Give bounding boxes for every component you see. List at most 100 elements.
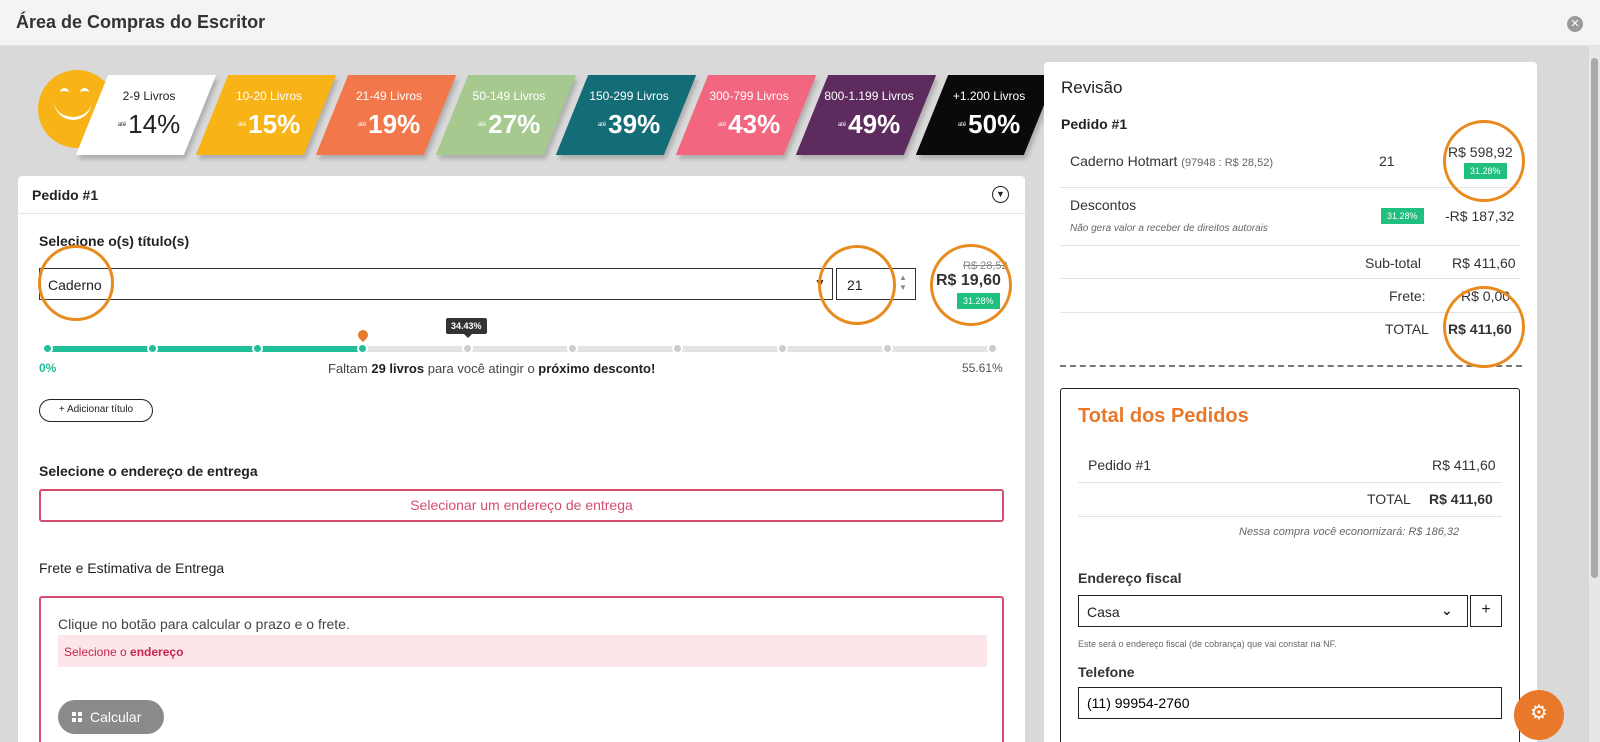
grid-icon [72,712,82,722]
tier-pct-row: até43% [695,109,803,140]
discount-tier[interactable]: 800-1.199 Livros até49% [795,75,937,155]
review-item-price: R$ 598,92 [1448,144,1513,160]
stepper-arrows-icon[interactable]: ▲ ▼ [899,273,907,293]
tier-percent: 14% [128,109,181,139]
review-item-name: Caderno Hotmart [1070,153,1178,169]
tier-pct-row: até15% [215,109,323,140]
progress-message: Faltam 29 livros para você atingir o pró… [328,361,655,376]
tier-pct-row: até19% [335,109,443,140]
freight-warn-pre: Selecione o [64,645,131,659]
review-freight-label: Frete: [1389,288,1426,304]
discount-tier[interactable]: 300-799 Livros até43% [675,75,817,155]
progress-msg-count: 29 livros [371,361,425,376]
order-card: Pedido #1 ▼ Selecione o(s) título(s) Cad… [18,176,1025,742]
discount-progress-fill [44,346,365,352]
progress-step [462,343,473,354]
quantity-stepper[interactable]: 21 ▲ ▼ [836,268,916,300]
progress-step [567,343,578,354]
tier-percent: 15% [248,109,301,139]
review-title: Revisão [1061,78,1123,97]
progress-tooltip: 34.43% [446,318,487,338]
order-title: Pedido #1 [32,187,99,203]
unit-price-old: R$ 28,52 [963,260,1008,272]
discount-tier[interactable]: 2-9 Livros até14% [75,75,217,155]
progress-step [252,343,263,354]
totals-total-value: R$ 411,60 [1429,491,1493,507]
quantity-value: 21 [847,277,863,293]
add-fiscal-address-button[interactable]: + [1470,595,1502,627]
smiley-eye [60,88,69,97]
vertical-scrollbar[interactable] [1589,46,1600,742]
tier-ate: até [957,121,967,128]
tier-content: 10-20 Livros até15% [215,75,323,140]
tier-pct-row: até49% [815,109,923,140]
fiscal-address-label: Endereço fiscal [1078,570,1182,586]
tier-percent: 27% [488,109,541,139]
progress-start-label: 0% [39,361,57,375]
window-title: Área de Compras do Escritor [16,12,266,32]
divider [1060,312,1520,313]
progress-msg-mid: para você atingir o [424,361,539,376]
review-freight-value: R$ 0,00 [1461,288,1511,304]
review-item-badge: 31.28% [1464,163,1507,179]
discount-tier[interactable]: 150-299 Livros até39% [555,75,697,155]
tier-percent: 50% [968,109,1021,139]
review-item-detail: (97948 : R$ 28,52) [1181,157,1274,169]
select-title-label: Selecione o(s) título(s) [39,233,190,249]
tier-label: 50-149 Livros [472,89,546,103]
chevron-down-circle-icon[interactable]: ▼ [992,186,1009,203]
tier-ate: até [357,121,367,128]
discount-tier[interactable]: 21-49 Livros até19% [315,75,457,155]
title-select[interactable]: Caderno ▼ [39,268,833,300]
tier-content: 2-9 Livros até14% [95,75,203,140]
tier-pct-row: até39% [575,109,683,140]
smiley-eye [80,88,89,97]
savings-note: Nessa compra você economizará: R$ 186,32 [1239,526,1460,538]
discount-progress-track [44,346,997,352]
phone-label: Telefone [1078,664,1135,680]
totals-total-label: TOTAL [1367,491,1411,507]
add-title-button[interactable]: + Adicionar título [39,399,153,422]
tier-ate: até [597,121,607,128]
progress-end-label: 55.61% [962,361,1003,375]
discount-tier[interactable]: +1.200 Livros até50% [915,75,1057,155]
freight-warn-bold: endereço [130,645,184,659]
gear-icon[interactable]: ⚙ [1514,690,1564,740]
progress-step [987,343,998,354]
calculate-button[interactable]: Calcular [58,700,164,734]
review-total-value: R$ 411,60 [1448,321,1512,337]
tier-label: 2-9 Livros [122,89,176,103]
calculate-label: Calcular [90,709,142,725]
tier-label: 21-49 Livros [355,89,423,103]
fiscal-address-select[interactable]: Casa ⌄ [1078,595,1468,627]
tier-pct-row: até27% [455,109,563,140]
tier-content: +1.200 Livros até50% [935,75,1043,140]
scrollbar-thumb[interactable] [1591,58,1598,578]
tier-percent: 39% [608,109,661,139]
freight-message: Clique no botão para calcular o prazo e … [58,616,350,632]
progress-msg-target: próximo desconto! [538,361,656,376]
chevron-down-icon: ▼ [814,276,826,290]
order-header[interactable]: Pedido #1 ▼ [18,176,1025,214]
close-icon[interactable]: ✕ [1567,16,1583,32]
fiscal-address-value: Casa [1087,604,1120,620]
smiley-mouth [54,98,92,120]
progress-msg-pre: Faltam [328,361,372,376]
tier-label: 800-1.199 Livros [824,89,914,103]
review-card: Revisão Pedido #1 Caderno Hotmart (97948… [1044,62,1537,742]
totals-order-value: R$ 411,60 [1432,457,1496,473]
orders-total-title: Total dos Pedidos [1078,405,1249,427]
tier-content: 50-149 Livros até27% [455,75,563,140]
tier-ate: até [237,121,247,128]
tier-label: 300-799 Livros [709,89,789,103]
discount-tier[interactable]: 10-20 Livros até15% [195,75,337,155]
phone-input[interactable] [1078,687,1502,719]
tier-percent: 49% [848,109,901,139]
totals-order-label: Pedido #1 [1088,457,1152,473]
tier-ate: até [837,121,847,128]
select-address-button[interactable]: Selecionar um endereço de entrega [39,489,1004,522]
freight-panel: Clique no botão para calcular o prazo e … [39,596,1004,742]
discount-tier[interactable]: 50-149 Livros até27% [435,75,577,155]
orders-total-panel: Total dos Pedidos Pedido #1 R$ 411,60 TO… [1060,388,1520,742]
progress-step [777,343,788,354]
